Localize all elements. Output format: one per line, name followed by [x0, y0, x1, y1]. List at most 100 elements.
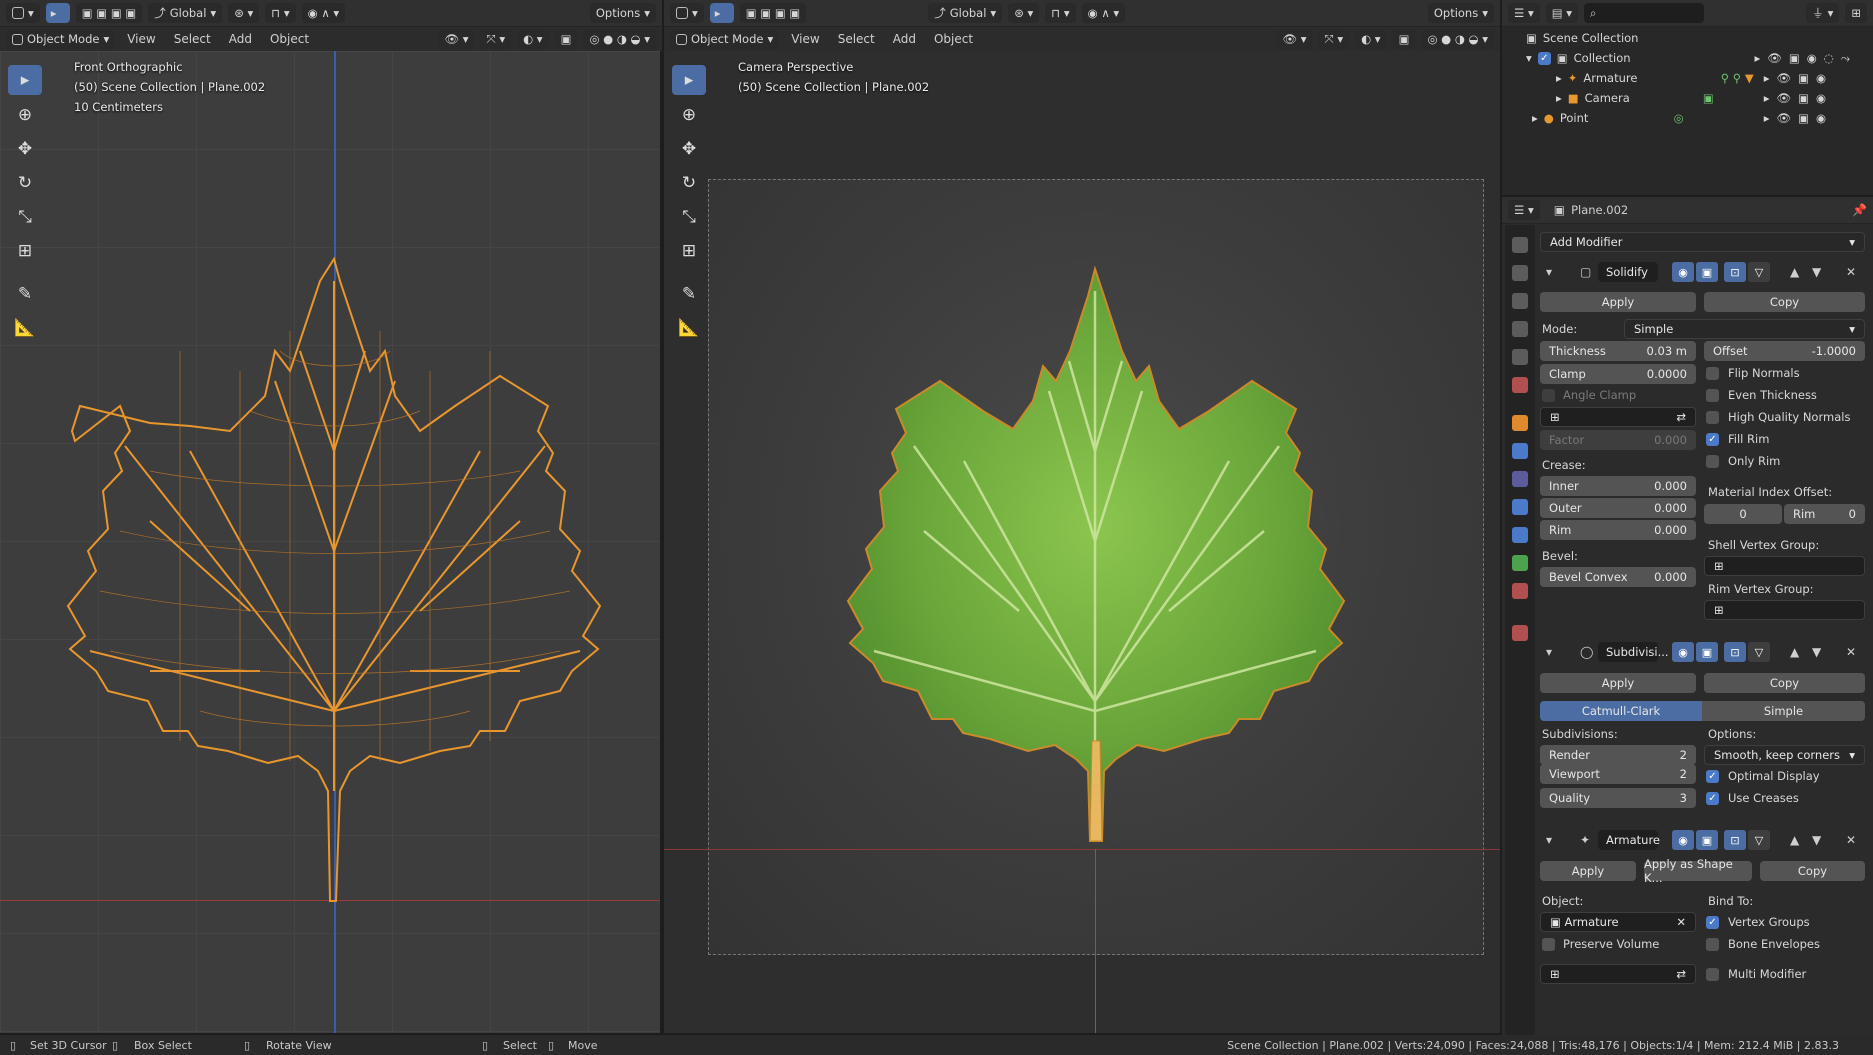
scene-tab-icon[interactable] [1512, 349, 1528, 365]
view-layer-tab-icon[interactable] [1512, 321, 1528, 337]
thickness-field[interactable]: Thickness 0.03 m [1540, 341, 1696, 361]
invert-icon[interactable]: ⇄ [1676, 410, 1686, 424]
armature-object-field[interactable]: ▣ Armature ✕ [1540, 912, 1696, 932]
transform-tool[interactable]: ⊞ [8, 236, 42, 266]
pivot-dropdown[interactable]: ⊛ ▾ [228, 3, 260, 23]
options-dropdown[interactable]: Options ▾ [589, 3, 656, 23]
cursor-tool[interactable]: ⊕ [8, 100, 42, 130]
collapse-icon[interactable]: ▾ [1546, 833, 1552, 847]
editmode-toggle-icon[interactable]: ⊡ [1724, 262, 1746, 282]
orientation-dropdown-2[interactable]: ⤴ Global ▾ [928, 3, 1003, 23]
menu-view-2[interactable]: View [785, 32, 825, 46]
expand-icon[interactable]: ▾ [1526, 51, 1532, 65]
solidify-name[interactable]: Solidify [1598, 262, 1658, 282]
menu-add[interactable]: Add [223, 32, 258, 46]
data-tab-icon[interactable] [1512, 555, 1528, 571]
expand-icon[interactable]: ▸ [1556, 91, 1562, 105]
bevel-convex-field[interactable]: Bevel Convex 0.000 [1540, 567, 1696, 587]
menu-select-2[interactable]: Select [832, 32, 881, 46]
collection-checkbox[interactable]: ✓ [1537, 51, 1551, 65]
editmode-toggle-icon[interactable]: ⊡ [1724, 830, 1746, 850]
proportional-toggle-2[interactable]: ◉ ∧ ▾ [1081, 3, 1126, 23]
select-box-tool[interactable]: ▸ [8, 65, 42, 95]
flip-normals-checkbox[interactable] [1706, 367, 1719, 380]
armature-vertex-group-field[interactable]: ⊞ ⇄ [1540, 964, 1696, 984]
render-toggle-icon[interactable]: ◉ [1672, 262, 1694, 282]
select-mode-button-2[interactable]: ▸ [709, 3, 734, 23]
tool-tab-icon[interactable] [1512, 237, 1528, 253]
transform-tool-2[interactable]: ⊞ [672, 236, 706, 266]
subdivision-name[interactable]: Subdivisi... [1598, 642, 1669, 662]
material-rim-field[interactable]: Rim 0 [1784, 504, 1865, 524]
move-down-icon[interactable]: ▼ [1812, 645, 1821, 659]
render-levels-field[interactable]: Render 2 [1540, 745, 1696, 765]
object-tab-icon[interactable] [1512, 415, 1528, 431]
scale-tool[interactable]: ⤡ [8, 202, 42, 232]
properties-editor-button[interactable]: ☰ ▾ [1508, 200, 1540, 220]
simple-tab[interactable]: Simple [1702, 701, 1865, 721]
shading-modes[interactable]: ◎ ● ◑ ◒ ▾ [583, 29, 656, 49]
collapse-icon[interactable]: ▾ [1546, 265, 1552, 279]
quality-field[interactable]: Quality 3 [1540, 788, 1696, 808]
move-up-icon[interactable]: ▲ [1790, 265, 1799, 279]
clear-icon[interactable]: ✕ [1676, 915, 1686, 929]
high-quality-normals-checkbox[interactable] [1706, 411, 1719, 424]
fill-rim-checkbox[interactable]: ✓ [1706, 433, 1719, 446]
factor-field[interactable]: Factor 0.000 [1540, 430, 1696, 450]
measure-tool[interactable]: 📐 [8, 313, 42, 343]
material-tab-icon[interactable] [1512, 583, 1528, 599]
measure-tool-2[interactable]: 📐 [672, 313, 706, 343]
move-down-icon[interactable]: ▼ [1812, 833, 1821, 847]
overlay-toggle-2[interactable]: ◐ ▾ [1355, 29, 1387, 49]
menu-select[interactable]: Select [168, 32, 217, 46]
selection-modes[interactable]: ▣ ▣ ▣ ▣ [75, 3, 143, 23]
inner-field[interactable]: Inner 0.000 [1540, 476, 1696, 496]
rim-vertex-group-field[interactable]: ⊞ [1704, 600, 1865, 620]
left-3d-viewport[interactable]: Front Orthographic (50) Scene Collection… [0, 51, 660, 1033]
editor-type-button-2[interactable]: ▾ [670, 3, 704, 23]
proportional-toggle[interactable]: ◉ ∧ ▾ [301, 3, 346, 23]
uv-smooth-dropdown[interactable]: Smooth, keep corners ▾ [1704, 745, 1865, 765]
catmull-clark-tab[interactable]: Catmull-Clark [1540, 701, 1702, 721]
selection-modes-2[interactable]: ▣ ▣ ▣ ▣ [739, 3, 807, 23]
editmode-toggle-icon[interactable]: ⊡ [1724, 642, 1746, 662]
scale-tool-2[interactable]: ⤡ [672, 202, 706, 232]
armature-apply-button[interactable]: Apply [1540, 861, 1636, 881]
gizmo-toggle-2[interactable]: ⤧ ▾ [1318, 29, 1350, 49]
menu-add-2[interactable]: Add [887, 32, 922, 46]
subdivision-apply-button[interactable]: Apply [1540, 673, 1696, 693]
select-mode-button[interactable]: ▸ [45, 3, 70, 23]
vertex-group-field[interactable]: ⊞ ⇄ [1540, 407, 1696, 427]
menu-object[interactable]: Object [264, 32, 315, 46]
multi-modifier-checkbox[interactable] [1706, 968, 1719, 981]
constraints-tab-icon[interactable] [1512, 527, 1528, 543]
new-collection-button[interactable]: ⊞ [1845, 3, 1867, 23]
orientation-dropdown[interactable]: ⤴ Global ▾ [148, 3, 223, 23]
display-mode-button[interactable]: ▤ ▾ [1545, 3, 1579, 23]
pivot-dropdown-2[interactable]: ⊛ ▾ [1008, 3, 1040, 23]
annotate-tool-2[interactable]: ✎ [672, 279, 706, 309]
visibility-icons[interactable]: ▸👁▣◉ [1764, 91, 1833, 105]
xray-toggle-2[interactable]: ▣ [1392, 29, 1416, 49]
menu-view[interactable]: View [121, 32, 161, 46]
outliner-item-armature[interactable]: ▸ ✦ Armature ⚲ ⚲ ▼ ▸👁▣◉ [1502, 68, 1873, 88]
menu-object-2[interactable]: Object [928, 32, 979, 46]
cursor-tool-2[interactable]: ⊕ [672, 100, 706, 130]
only-rim-checkbox[interactable] [1706, 455, 1719, 468]
select-box-tool-2[interactable]: ▸ [672, 65, 706, 95]
outliner-item-camera[interactable]: ▸ ■ Camera ▣ ▸👁▣◉ [1502, 88, 1873, 108]
angle-clamp-checkbox[interactable] [1542, 389, 1555, 402]
particles-tab-icon[interactable] [1512, 471, 1528, 487]
visibility-icons[interactable]: ▸👁▣◉ [1764, 71, 1833, 85]
move-up-icon[interactable]: ▲ [1790, 833, 1799, 847]
material-offset-field[interactable]: 0 [1704, 504, 1782, 524]
apply-as-shape-button[interactable]: Apply as Shape K... [1644, 857, 1752, 885]
shell-vertex-group-field[interactable]: ⊞ [1704, 556, 1865, 576]
filter-button[interactable]: ⏚ ▾ [1806, 3, 1840, 23]
viewport-levels-field[interactable]: Viewport 2 [1540, 764, 1696, 784]
outliner-item-point[interactable]: ▸ ● Point ◎ ▸👁▣◉ [1502, 108, 1873, 128]
render-toggle-icon[interactable]: ◉ [1672, 830, 1694, 850]
even-thickness-checkbox[interactable] [1706, 389, 1719, 402]
cage-toggle-icon[interactable]: ▽ [1748, 262, 1770, 282]
outliner-search[interactable]: ⌕ [1584, 3, 1705, 23]
